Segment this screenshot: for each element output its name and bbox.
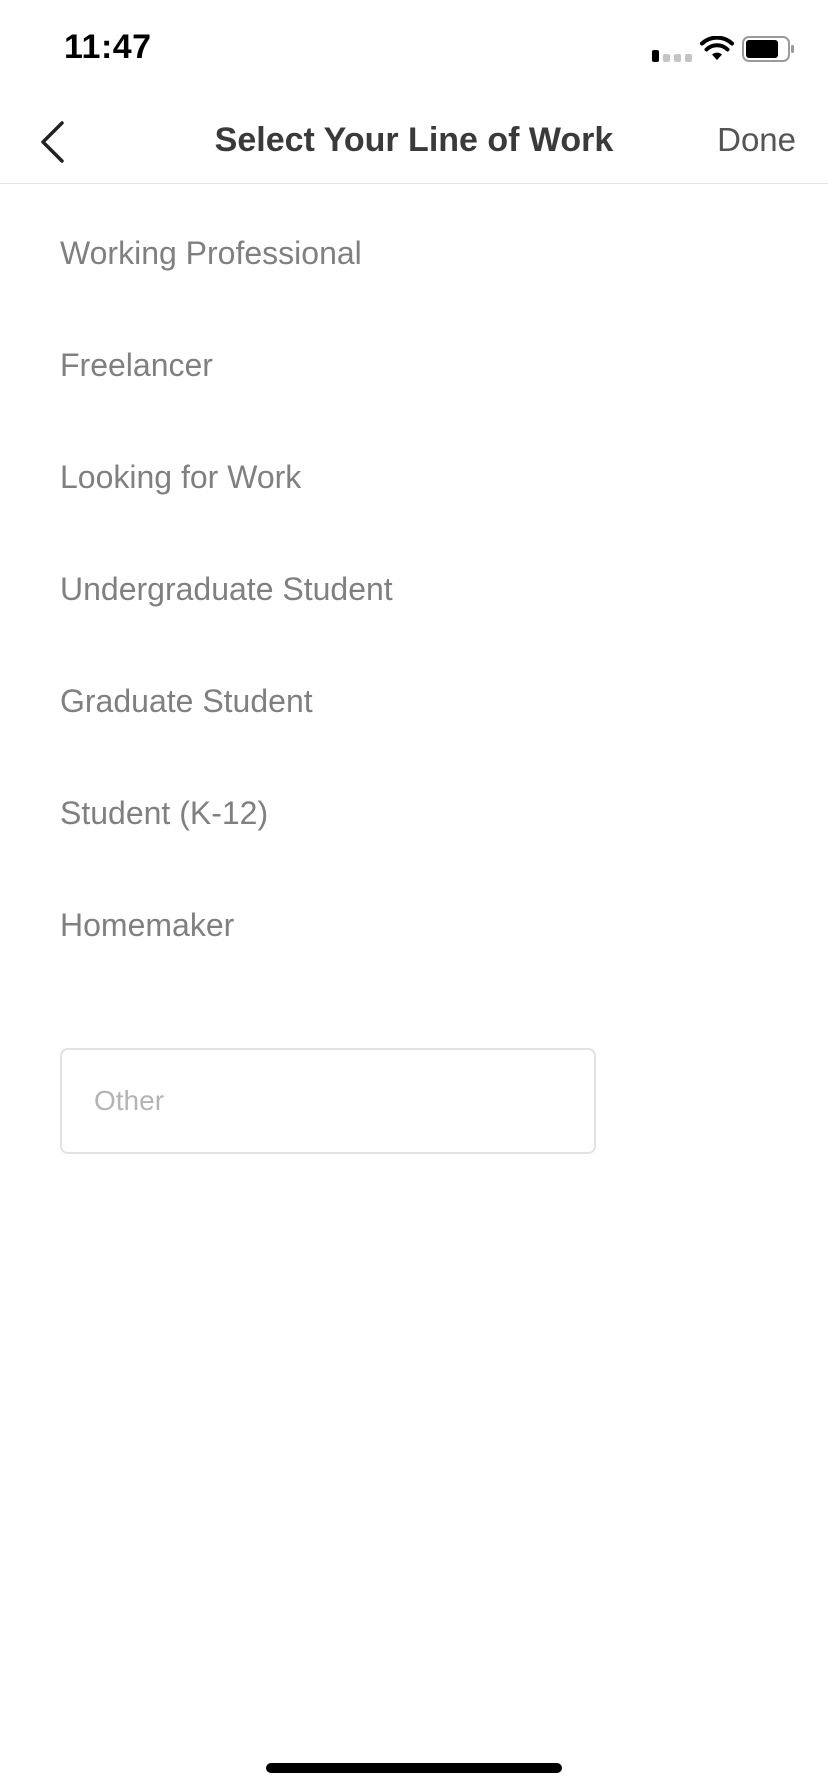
chevron-left-icon [41, 121, 64, 163]
option-label: Graduate Student [60, 683, 313, 719]
home-indicator [266, 1763, 562, 1773]
cellular-signal-icon [652, 50, 692, 62]
option-label: Student (K-12) [60, 795, 269, 831]
option-label: Working Professional [60, 235, 362, 271]
option-homemaker[interactable]: Homemaker [0, 897, 828, 1009]
option-label: Freelancer [60, 347, 213, 383]
back-button[interactable] [24, 114, 80, 170]
page-title: Select Your Line of Work [214, 121, 614, 159]
navigation-bar: Select Your Line of Work Done [0, 100, 828, 184]
wifi-icon [700, 36, 734, 60]
other-input[interactable] [60, 1048, 596, 1154]
battery-icon [742, 36, 794, 62]
line-of-work-options: Working Professional Freelancer Looking … [0, 225, 828, 1009]
status-time: 11:47 [64, 28, 152, 66]
status-bar: 11:47 [0, 0, 828, 100]
option-label: Homemaker [60, 907, 235, 943]
done-button[interactable]: Done [717, 118, 796, 162]
option-label: Undergraduate Student [60, 571, 393, 607]
line-of-work-screen: 11:47 Select Your Line of Work Done Work… [0, 0, 828, 1792]
option-label: Looking for Work [60, 459, 302, 495]
